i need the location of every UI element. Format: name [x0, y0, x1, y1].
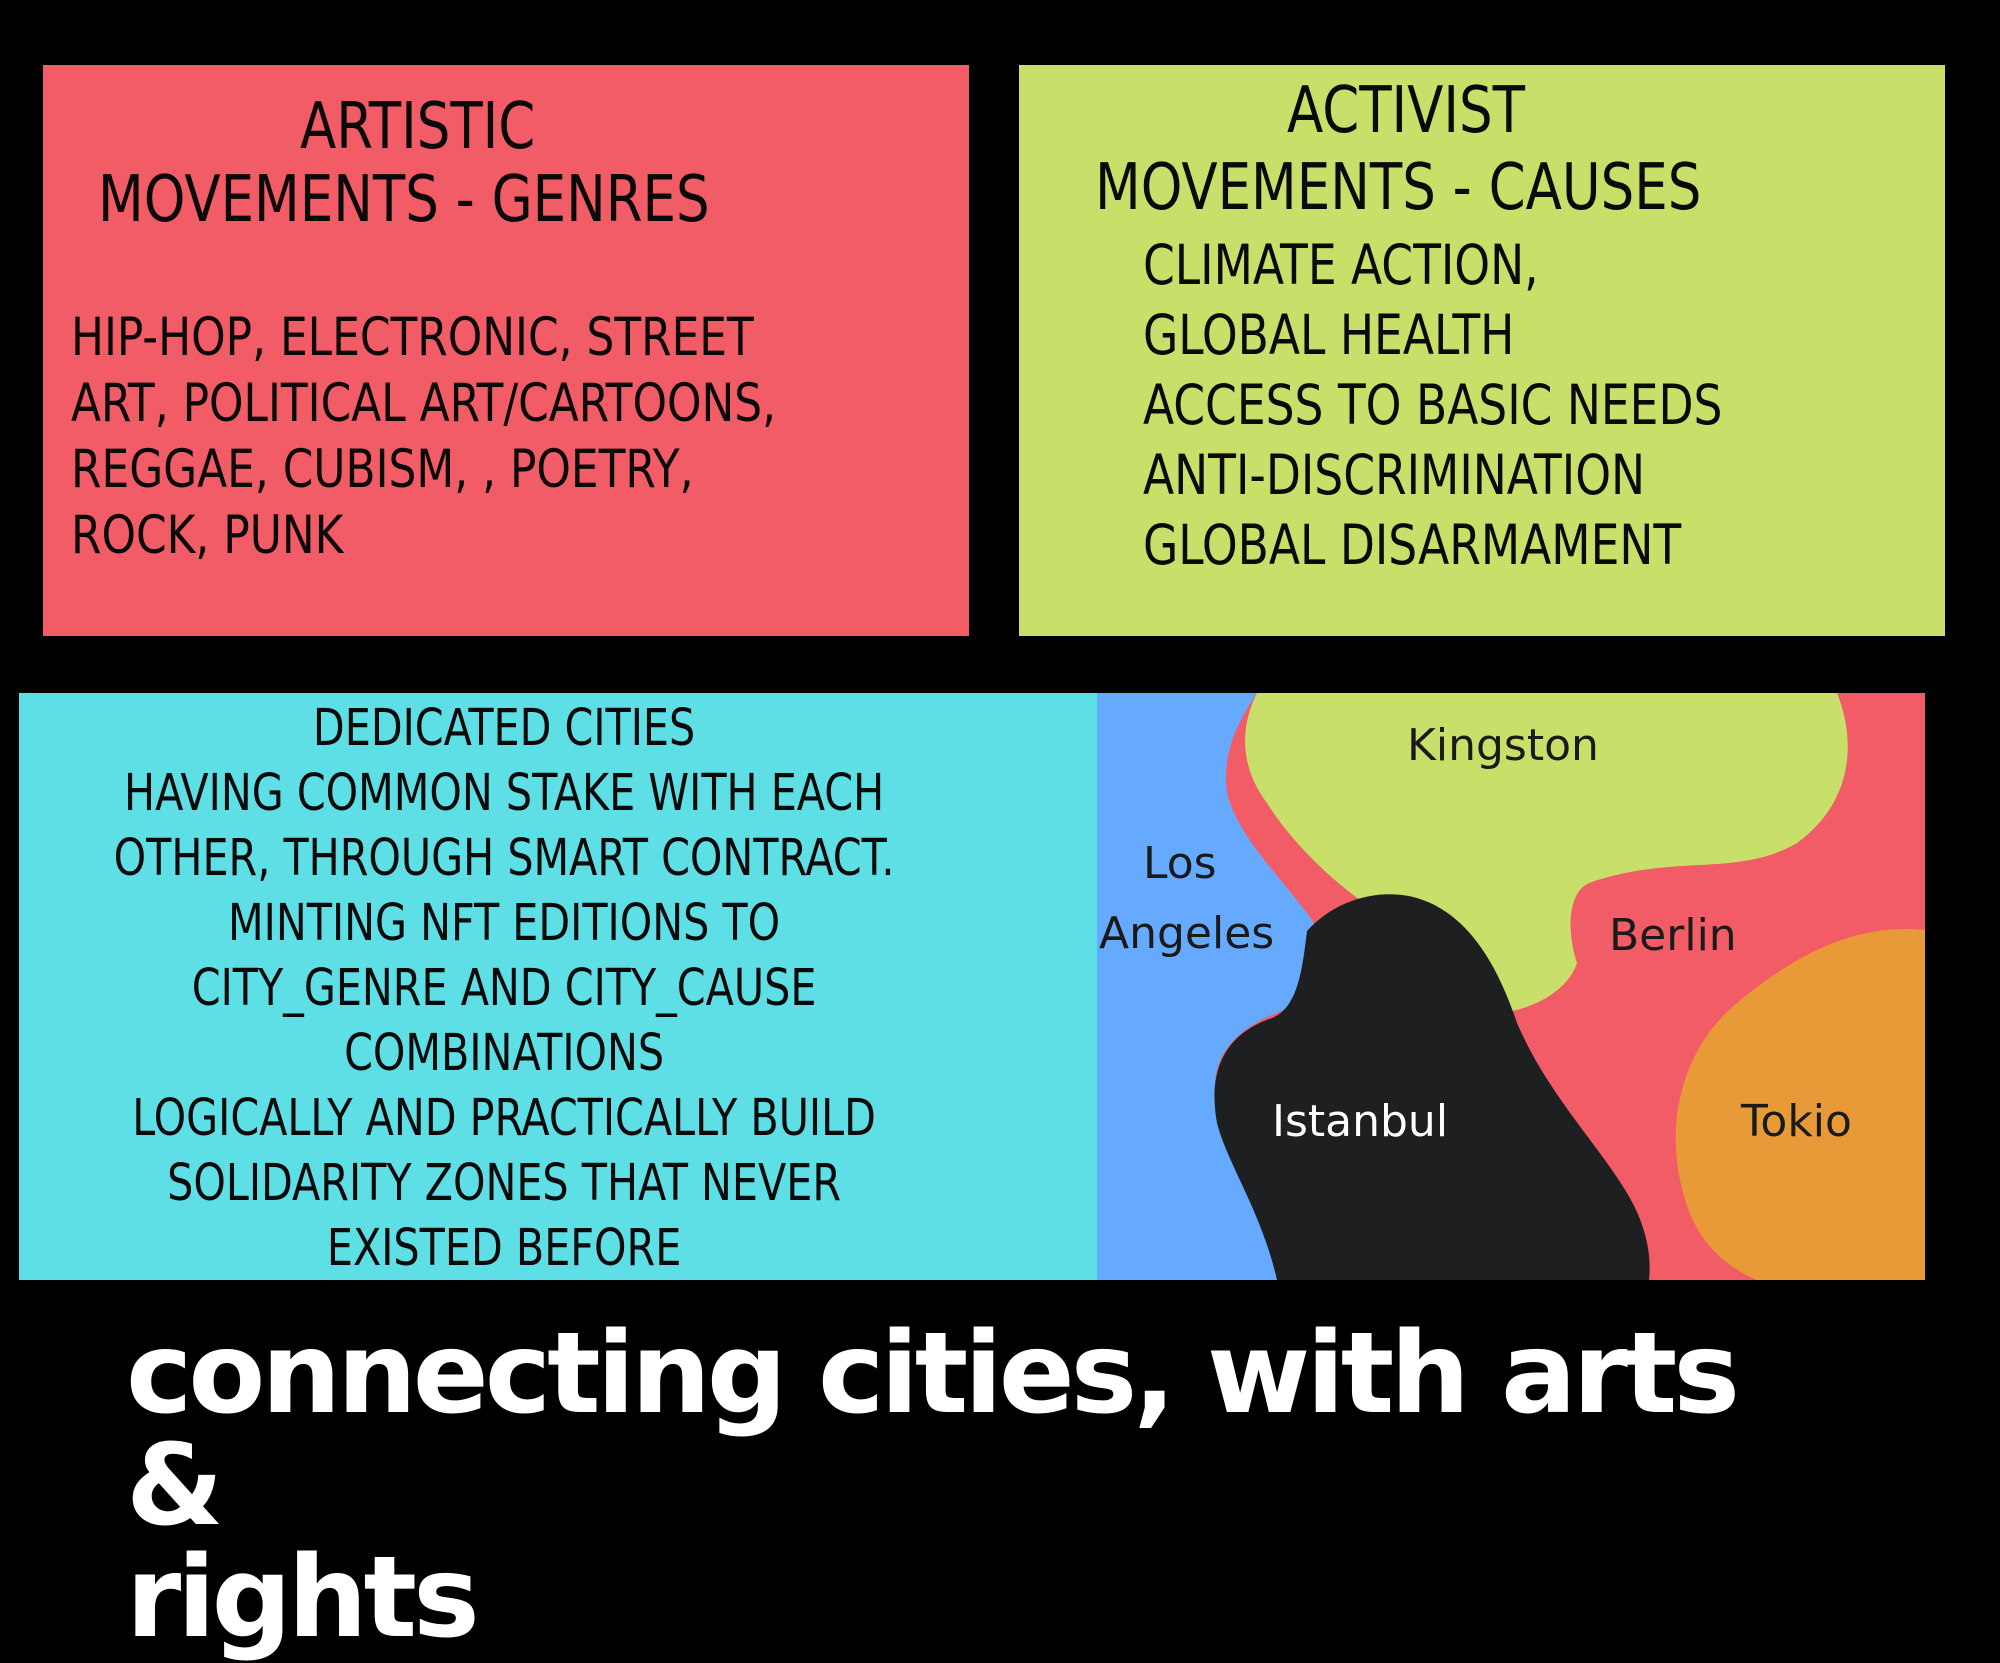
- artistic-genres-list: HIP-HOP, ELECTRONIC, STREET ART, POLITIC…: [71, 305, 899, 569]
- activist-title-line2: MOVEMENTS - CAUSES: [1095, 151, 1702, 225]
- activist-title-line1: ACTIVIST: [1287, 74, 1525, 148]
- tagline: connecting cities, with arts & rights: [126, 1318, 1826, 1654]
- city-label-los-angeles-line1: Los: [1143, 838, 1217, 889]
- cause-item: GLOBAL DISARMAMENT: [1143, 513, 1682, 577]
- cause-item: GLOBAL HEALTH: [1143, 303, 1515, 367]
- artistic-movements-panel: ARTISTIC MOVEMENTS - GENRES HIP-HOP, ELE…: [43, 65, 969, 636]
- cities-map: Kingston Los Angeles Berlin Istanbul Tok…: [1097, 693, 1925, 1280]
- artistic-title-line2: MOVEMENTS - GENRES: [98, 163, 710, 237]
- dedicated-cities-text: DEDICATED CITIES HAVING COMMON STAKE WIT…: [19, 696, 1097, 1281]
- cities-text-line: HAVING COMMON STAKE WITH EACH: [124, 764, 885, 823]
- genre-line: ROCK, PUNK: [71, 505, 344, 566]
- city-label-istanbul: Istanbul: [1272, 1096, 1449, 1147]
- genre-line: REGGAE, CUBISM, , POETRY,: [71, 439, 694, 500]
- city-label-los-angeles-line2: Angeles: [1099, 908, 1275, 959]
- cities-text-line: MINTING NFT EDITIONS TO: [228, 894, 781, 953]
- city-label-tokio: Tokio: [1741, 1096, 1852, 1147]
- causes-list: CLIMATE ACTION, GLOBAL HEALTH ACCESS TO …: [1143, 230, 1773, 580]
- city-label-berlin: Berlin: [1609, 910, 1737, 961]
- cause-item: ANTI-DISCRIMINATION: [1143, 443, 1646, 507]
- cities-text-line: CITY_GENRE AND CITY_CAUSE: [191, 959, 817, 1018]
- cities-text-line: LOGICALLY AND PRACTICALLY BUILD: [132, 1089, 876, 1148]
- cities-text-line: COMBINATIONS: [344, 1024, 665, 1083]
- city-label-kingston: Kingston: [1407, 720, 1599, 771]
- dedicated-cities-panel: DEDICATED CITIES HAVING COMMON STAKE WIT…: [19, 693, 1097, 1280]
- cities-text-line: OTHER, THROUGH SMART CONTRACT.: [113, 829, 895, 888]
- tagline-line2: rights: [126, 1533, 480, 1663]
- cities-map-shapes: [1097, 693, 1925, 1280]
- activist-movements-panel: ACTIVIST MOVEMENTS - CAUSES CLIMATE ACTI…: [1019, 65, 1945, 636]
- cause-item: ACCESS TO BASIC NEEDS: [1143, 373, 1723, 437]
- genre-line: ART, POLITICAL ART/CARTOONS,: [71, 373, 777, 434]
- cause-item: CLIMATE ACTION,: [1143, 233, 1539, 297]
- cities-text-line: SOLIDARITY ZONES THAT NEVER: [167, 1154, 842, 1213]
- cities-text-line: EXISTED BEFORE: [326, 1219, 682, 1278]
- cities-text-line: DEDICATED CITIES: [312, 699, 696, 758]
- tagline-line1: connecting cities, with arts &: [126, 1309, 1740, 1551]
- genre-line: HIP-HOP, ELECTRONIC, STREET: [71, 307, 754, 368]
